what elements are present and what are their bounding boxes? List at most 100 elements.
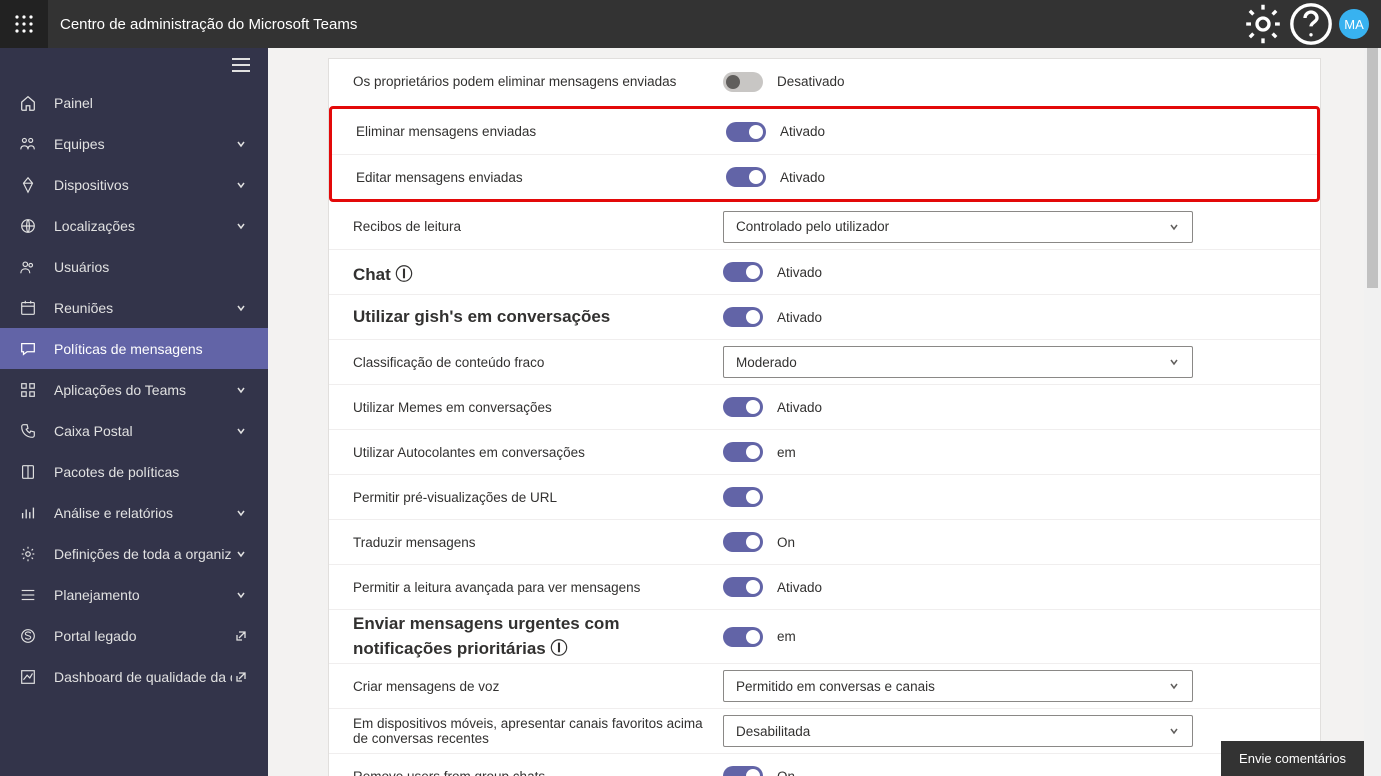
setting-control: On (723, 766, 1296, 776)
sidebar-item-reunioes[interactable]: Reuniões (0, 287, 268, 328)
avatar[interactable]: MA (1339, 9, 1369, 39)
toggle-state-text: em (777, 445, 796, 460)
toggle-state-text: Ativado (780, 124, 825, 139)
chat-icon (18, 340, 38, 358)
help-button[interactable] (1287, 0, 1335, 48)
sidebar-toggle-button[interactable] (0, 48, 268, 82)
toggle[interactable] (723, 397, 763, 417)
setting-control: Ativado (723, 397, 1296, 417)
setting-label: Remove users from group chats (353, 769, 723, 776)
app-launcher-button[interactable] (0, 0, 48, 48)
toggle[interactable] (723, 307, 763, 327)
sidebar-item-pacotes[interactable]: Pacotes de políticas (0, 451, 268, 492)
dropdown[interactable]: Controlado pelo utilizador (723, 211, 1193, 243)
setting-label: Permitir pré-visualizações de URL (353, 490, 723, 505)
external-link-icon (232, 630, 250, 642)
toggle-state-text: Ativado (777, 265, 822, 280)
dropdown[interactable]: Desabilitada (723, 715, 1193, 747)
sidebar-item-label: Portal legado (54, 628, 232, 644)
sidebar-item-label: Planejamento (54, 587, 232, 603)
sidebar-item-localizacoes[interactable]: Localizações (0, 205, 268, 246)
setting-label: Utilizar Autocolantes em conversações (353, 445, 723, 460)
setting-row: Utilizar gish's em conversaçõesAtivado (329, 294, 1320, 339)
setting-row: Remove users from group chatsOn (329, 753, 1320, 776)
external-link-icon (232, 671, 250, 683)
teams-icon (18, 135, 38, 153)
setting-control: Permitido em conversas e canais (723, 670, 1296, 702)
chart-icon (18, 668, 38, 686)
sidebar-item-usuarios[interactable]: Usuários (0, 246, 268, 287)
home-icon (18, 94, 38, 112)
setting-row: Chat ⒾAtivado (329, 249, 1320, 294)
chevron-down-icon (232, 302, 250, 314)
top-bar: Centro de administração do Microsoft Tea… (0, 0, 1381, 48)
question-icon (1287, 0, 1335, 48)
users-icon (18, 258, 38, 276)
toggle[interactable] (723, 262, 763, 282)
setting-label: Eliminar mensagens enviadas (356, 124, 726, 139)
feedback-button[interactable]: Envie comentários (1221, 741, 1364, 776)
dropdown-value: Permitido em conversas e canais (736, 679, 935, 694)
sidebar-item-label: Localizações (54, 218, 232, 234)
toggle[interactable] (723, 72, 763, 92)
toggle-state-text: Desativado (777, 74, 845, 89)
sidebar-item-apps[interactable]: Aplicações do Teams (0, 369, 268, 410)
settings-card: Os proprietários podem eliminar mensagen… (328, 58, 1321, 776)
toggle[interactable] (723, 532, 763, 552)
sidebar-item-org[interactable]: Definições de toda a organização (0, 533, 268, 574)
toggle[interactable] (726, 167, 766, 187)
sidebar-item-label: Dispositivos (54, 177, 232, 193)
chevron-down-icon (1168, 680, 1180, 692)
sidebar-item-cqd[interactable]: Dashboard de qualidade da chamada (0, 656, 268, 697)
setting-control: Desabilitada (723, 715, 1296, 747)
sidebar-item-politicas[interactable]: Políticas de mensagens (0, 328, 268, 369)
settings-button[interactable] (1239, 0, 1287, 48)
toggle[interactable] (723, 442, 763, 462)
gear-icon (18, 545, 38, 563)
toggle[interactable] (723, 627, 763, 647)
setting-row: Eliminar mensagens enviadas Ativado (332, 109, 1317, 154)
setting-control (723, 487, 1296, 507)
sidebar-item-label: Equipes (54, 136, 232, 152)
toggle[interactable] (723, 577, 763, 597)
setting-row: Enviar mensagens urgentes com notificaçõ… (329, 609, 1320, 663)
setting-label: Traduzir mensagens (353, 535, 723, 550)
scrollbar[interactable] (1364, 48, 1381, 776)
sidebar-item-label: Definições de toda a organização (54, 546, 232, 562)
dropdown[interactable]: Moderado (723, 346, 1193, 378)
phone-icon (18, 422, 38, 440)
sidebar-item-analise[interactable]: Análise e relatórios (0, 492, 268, 533)
sidebar-item-label: Aplicações do Teams (54, 382, 232, 398)
chevron-down-icon (1168, 221, 1180, 233)
sidebar-item-painel[interactable]: Painel (0, 82, 268, 123)
setting-row: Recibos de leituraControlado pelo utiliz… (329, 204, 1320, 249)
gear-icon (1239, 0, 1287, 48)
sidebar-item-caixa[interactable]: Caixa Postal (0, 410, 268, 451)
toggle[interactable] (726, 122, 766, 142)
setting-row: Utilizar Memes em conversaçõesAtivado (329, 384, 1320, 429)
sidebar-item-equipes[interactable]: Equipes (0, 123, 268, 164)
setting-row: Traduzir mensagensOn (329, 519, 1320, 564)
sidebar-item-plan[interactable]: Planejamento (0, 574, 268, 615)
setting-row: Utilizar Autocolantes em conversações em (329, 429, 1320, 474)
setting-control: Ativado (723, 577, 1296, 597)
chevron-down-icon (232, 179, 250, 191)
highlight-box: Eliminar mensagens enviadasAtivadoEditar… (329, 106, 1320, 202)
sidebar-item-label: Usuários (54, 259, 250, 275)
setting-control: em (723, 442, 1296, 462)
setting-label: Recibos de leitura (353, 219, 723, 234)
setting-row: Criar mensagens de vozPermitido em conve… (329, 663, 1320, 708)
sidebar-item-label: Dashboard de qualidade da chamada (54, 669, 232, 685)
sidebar-item-dispositivos[interactable]: Dispositivos (0, 164, 268, 205)
dropdown[interactable]: Permitido em conversas e canais (723, 670, 1193, 702)
setting-label: Classificação de conteúdo fraco (353, 355, 723, 370)
scrollbar-thumb[interactable] (1367, 48, 1378, 288)
toggle[interactable] (723, 487, 763, 507)
toggle[interactable] (723, 766, 763, 776)
toggle-state-text: Ativado (780, 170, 825, 185)
chevron-down-icon (1168, 356, 1180, 368)
sidebar-item-legacy[interactable]: Portal legado (0, 615, 268, 656)
globe-icon (18, 217, 38, 235)
setting-row: Permitir a leitura avançada para ver men… (329, 564, 1320, 609)
chevron-down-icon (232, 220, 250, 232)
